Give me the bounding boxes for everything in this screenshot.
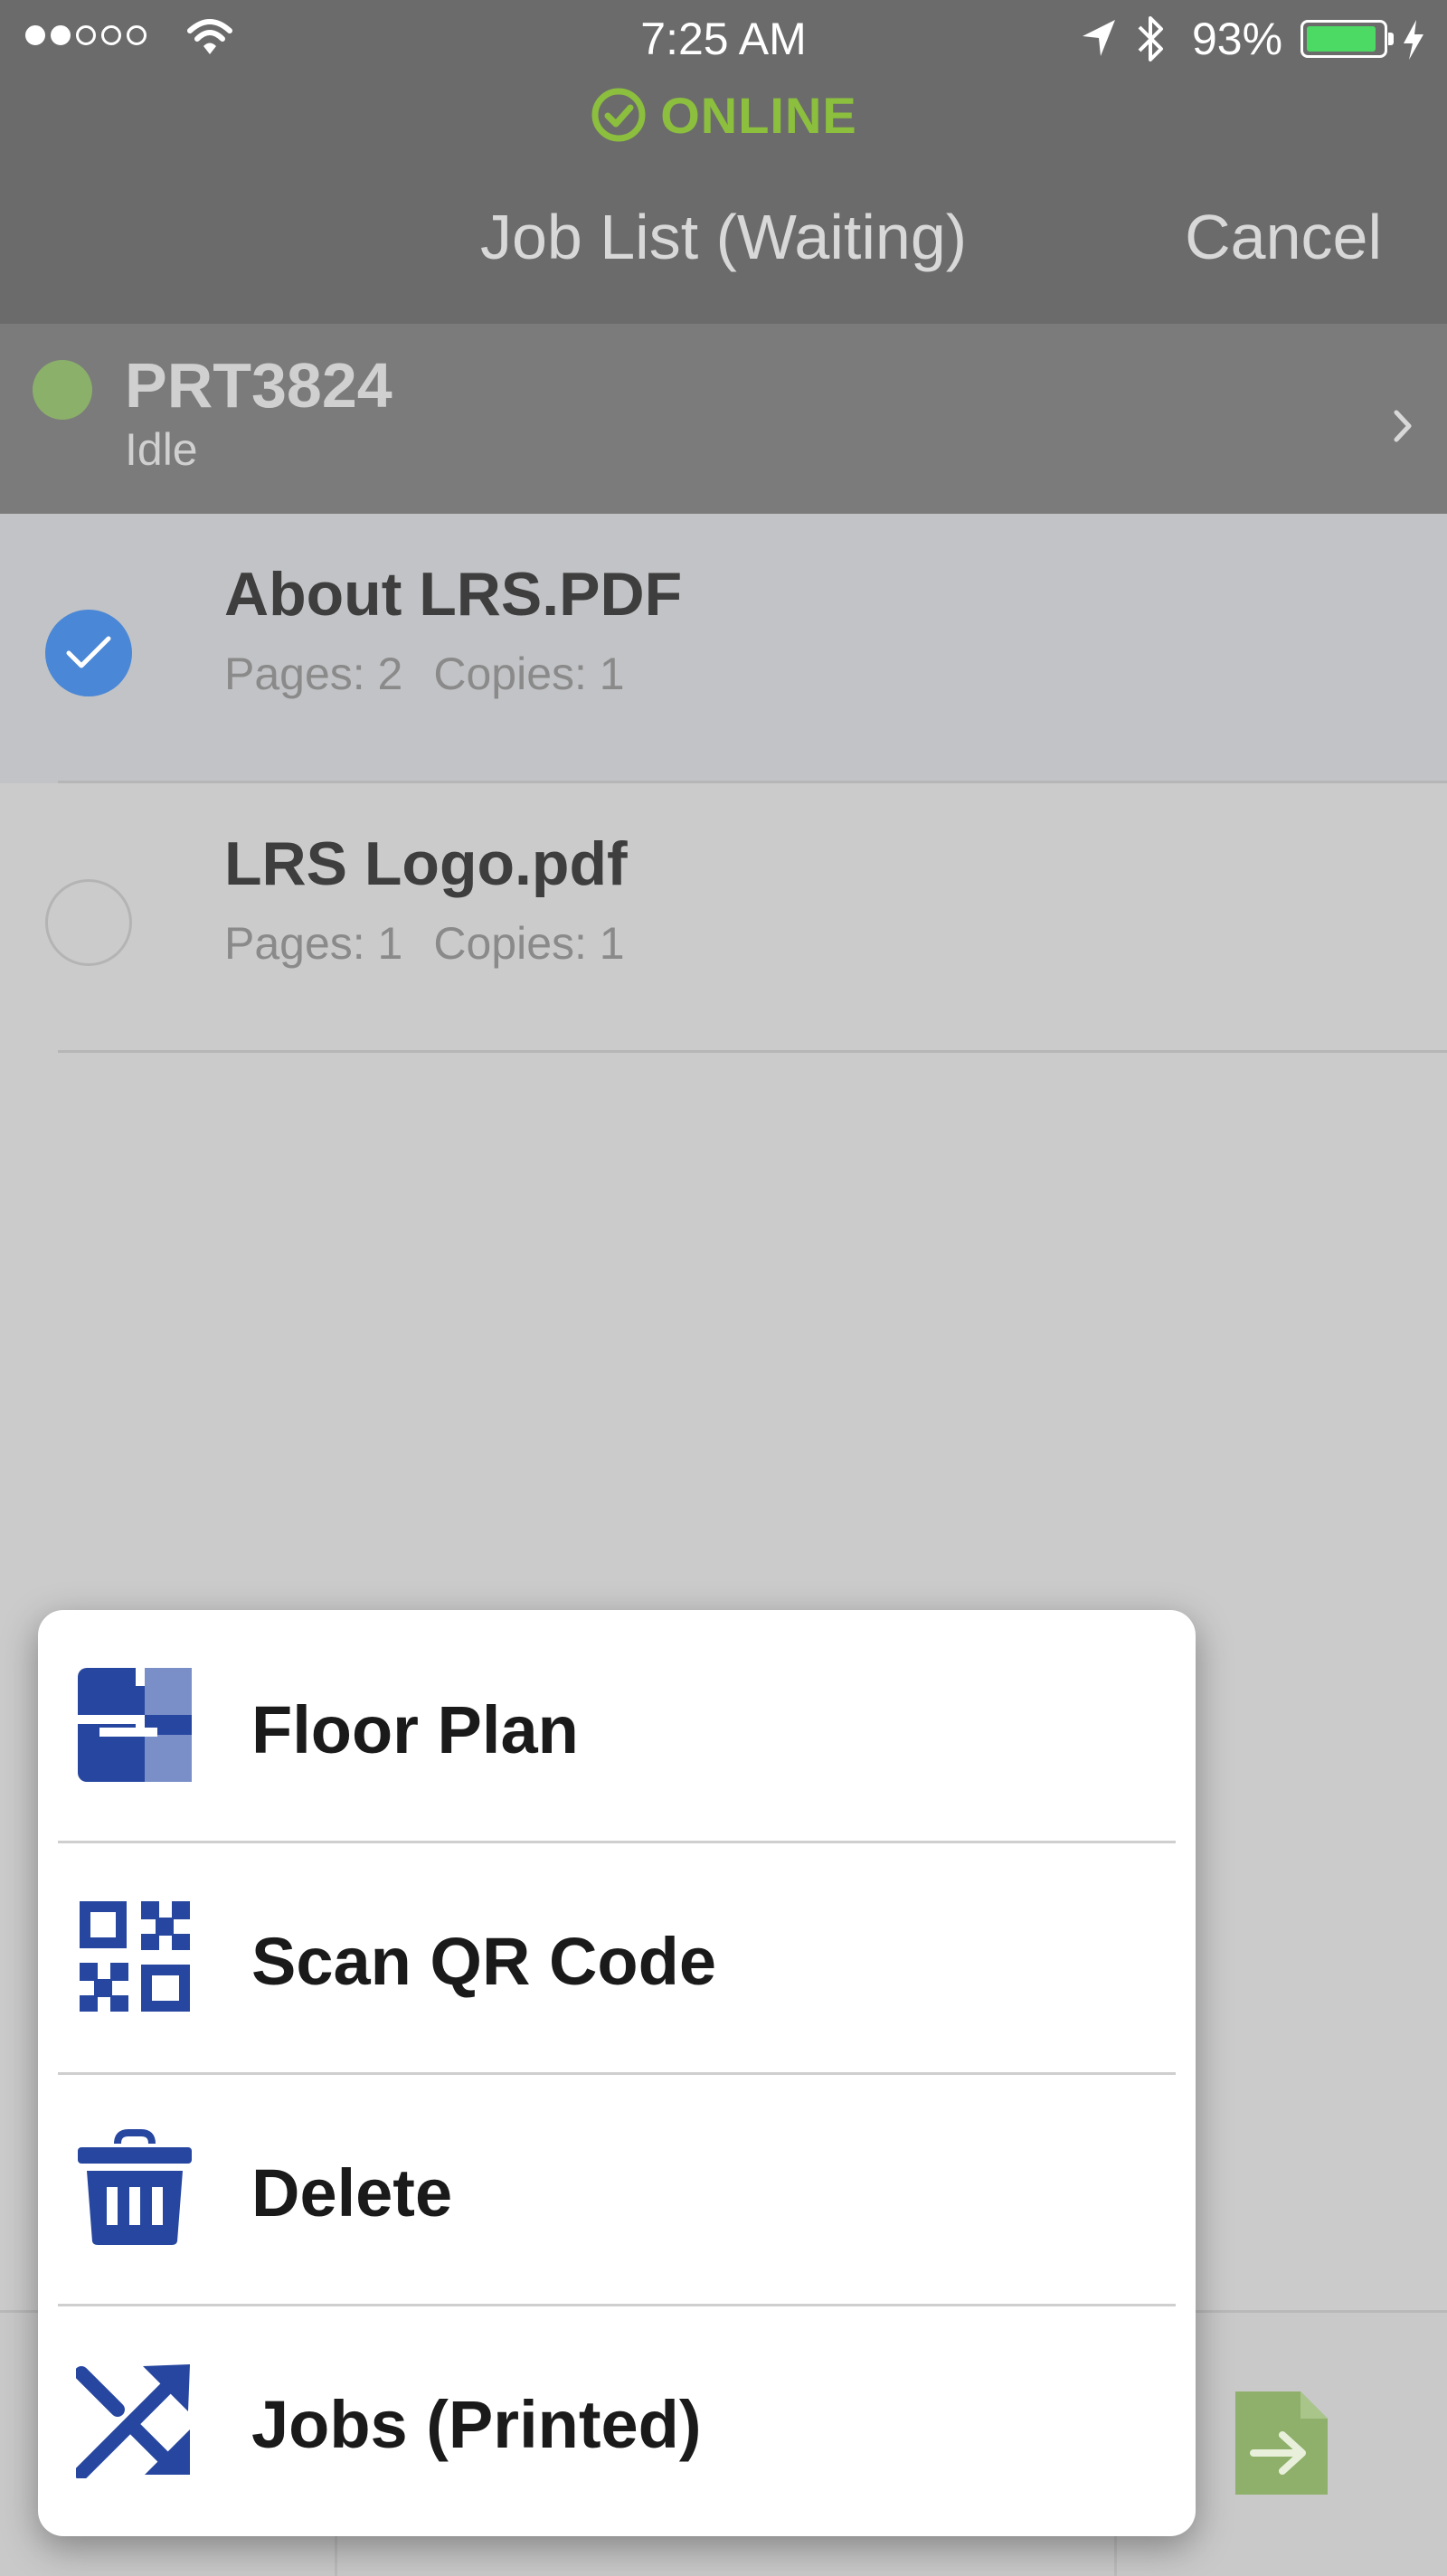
job-meta: Pages: 2 Copies: 1	[224, 648, 625, 700]
chevron-right-icon[interactable]	[1389, 403, 1416, 449]
job-copies: Copies: 1	[433, 649, 625, 699]
printer-status-dot	[33, 360, 92, 420]
checkmark-icon	[66, 636, 111, 668]
menu-item-label: Scan QR Code	[251, 1924, 716, 1999]
menu-item-label: Floor Plan	[251, 1692, 579, 1767]
job-meta: Pages: 1 Copies: 1	[224, 917, 625, 970]
menu-item-jobs-printed[interactable]: Jobs (Printed)	[38, 2305, 1196, 2536]
online-banner: ONLINE	[0, 83, 1447, 147]
charging-bolt-icon	[1404, 20, 1423, 60]
menu-item-scan-qr-code[interactable]: Scan QR Code	[38, 1842, 1196, 2075]
online-status-text: ONLINE	[660, 86, 857, 144]
menu-item-floor-plan[interactable]: Floor Plan	[38, 1610, 1196, 1843]
cancel-button[interactable]: Cancel	[1185, 201, 1382, 273]
battery-percent: 93%	[1192, 14, 1283, 64]
menu-item-label: Jobs (Printed)	[251, 2387, 702, 2462]
actions-popover-menu: Floor Plan Scan QR Code Delete Jobs (Pri…	[38, 1610, 1196, 2536]
location-arrow-icon	[1083, 20, 1115, 56]
job-name: LRS Logo.pdf	[224, 829, 628, 898]
check-circle-icon	[591, 88, 646, 142]
job-checkbox[interactable]	[45, 610, 132, 696]
battery-icon	[1300, 20, 1394, 58]
printer-status: Idle	[125, 424, 198, 475]
job-pages: Pages: 2	[224, 649, 403, 699]
send-to-printer-icon[interactable]	[1226, 2384, 1335, 2502]
job-row[interactable]: About LRS.PDF Pages: 2 Copies: 1	[0, 514, 1447, 783]
job-checkbox[interactable]	[45, 879, 132, 966]
status-bar: 7:25 AM 93%	[0, 0, 1447, 83]
bluetooth-icon	[1138, 16, 1163, 62]
job-copies: Copies: 1	[433, 918, 625, 969]
job-pages: Pages: 1	[224, 918, 403, 969]
menu-item-label: Delete	[251, 2155, 453, 2230]
printer-name: PRT3824	[125, 350, 392, 421]
job-row[interactable]: LRS Logo.pdf Pages: 1 Copies: 1	[0, 783, 1447, 1053]
shuffle-icon	[76, 2364, 190, 2478]
navigation-bar: Job List (Waiting) Cancel	[0, 147, 1447, 324]
trash-icon	[78, 2129, 192, 2245]
job-name: About LRS.PDF	[224, 560, 683, 629]
menu-item-delete[interactable]: Delete	[38, 2073, 1196, 2306]
printer-row[interactable]: PRT3824 Idle	[0, 324, 1447, 514]
qr-code-icon	[80, 1901, 190, 2012]
floor-plan-icon	[78, 1668, 192, 1782]
